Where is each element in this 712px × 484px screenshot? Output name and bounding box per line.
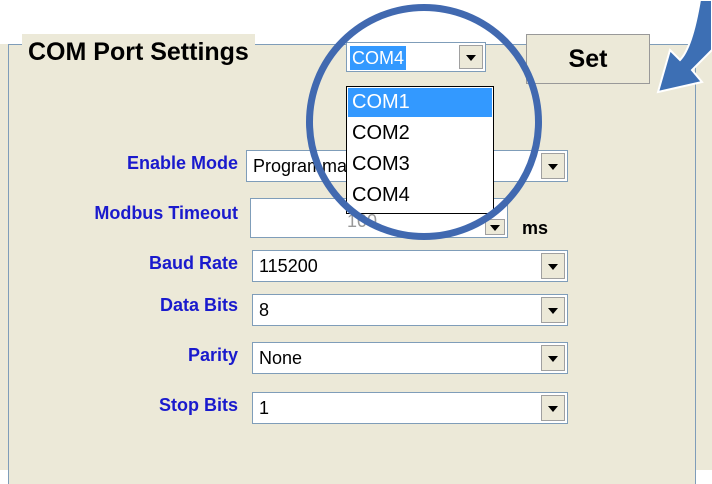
modbus-timeout-label: Modbus Timeout — [94, 203, 238, 223]
set-button[interactable]: Set — [526, 34, 650, 84]
spinner-arrow-icon[interactable] — [485, 219, 505, 235]
callout-arrow-icon — [656, 0, 712, 94]
data-bits-value: 8 — [259, 300, 270, 320]
parity-select[interactable]: None — [252, 342, 568, 374]
stop-bits-select[interactable]: 1 — [252, 392, 568, 424]
modbus-timeout-unit: ms — [522, 218, 549, 238]
stop-bits-value: 1 — [259, 398, 270, 418]
data-bits-label: Data Bits — [159, 295, 238, 315]
highlight-circle — [306, 4, 542, 240]
stop-bits-label: Stop Bits — [159, 395, 238, 415]
baud-rate-label: Baud Rate — [148, 253, 238, 273]
group-title: COM Port Settings — [22, 34, 255, 70]
dropdown-arrow-icon[interactable] — [541, 297, 565, 323]
data-bits-select[interactable]: 8 — [252, 294, 568, 326]
enable-mode-label: Enable Mode — [126, 153, 238, 173]
baud-rate-select[interactable]: 115200 — [252, 250, 568, 282]
parity-label: Parity — [187, 345, 238, 365]
dropdown-arrow-icon[interactable] — [541, 345, 565, 371]
parity-value: None — [259, 348, 303, 368]
dropdown-arrow-icon[interactable] — [541, 395, 565, 421]
dropdown-arrow-icon[interactable] — [541, 153, 565, 179]
baud-rate-value: 115200 — [259, 256, 318, 276]
dropdown-arrow-icon[interactable] — [541, 253, 565, 279]
